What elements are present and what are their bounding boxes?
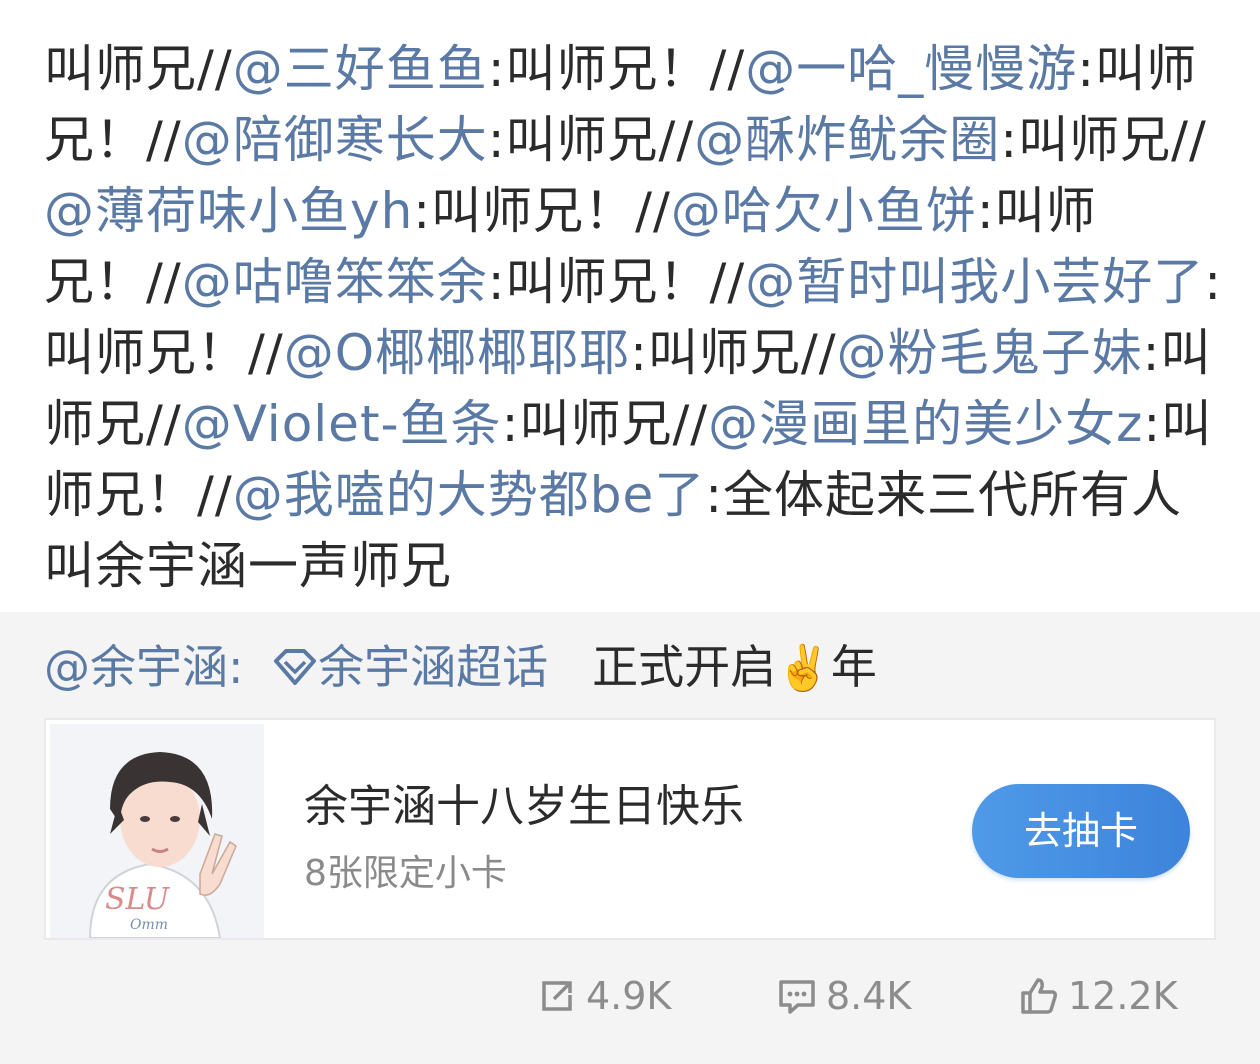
- comment-count: 8.4K: [826, 974, 912, 1018]
- post-text-segment: :叫师兄！//: [413, 182, 671, 240]
- user-mention-link[interactable]: @粉毛鬼子妹: [837, 324, 1143, 382]
- post-text-segment: :叫师兄！//: [487, 253, 746, 311]
- retweet-message-end: 年: [830, 640, 877, 694]
- like-action[interactable]: 12.2K: [1018, 974, 1178, 1018]
- repost-action[interactable]: 4.9K: [536, 974, 671, 1018]
- svg-text:Omm: Omm: [130, 917, 168, 933]
- svg-text:SLU: SLU: [105, 882, 171, 917]
- retweet-text: @余宇涵: 余宇涵超话 正式开启✌️年: [44, 632, 877, 702]
- like-count: 12.2K: [1068, 974, 1178, 1018]
- user-mention-link[interactable]: @薄荷味小鱼yh: [44, 182, 413, 240]
- card-thumbnail: SLU Omm: [50, 724, 264, 938]
- repost-icon: [542, 981, 572, 1011]
- post-text-segment: :叫师兄//: [630, 324, 837, 382]
- user-mention-link[interactable]: @O椰椰椰耶耶: [284, 324, 630, 382]
- user-mention-link[interactable]: @Violet-鱼条: [182, 395, 502, 453]
- post-text-segment: :叫师兄//: [501, 395, 709, 453]
- user-mention-link[interactable]: @一哈_慢慢游: [745, 40, 1077, 98]
- card-title: 余宇涵十八岁生日快乐: [304, 781, 744, 832]
- action-bar: 4.9K 8.4K 12.2K: [0, 962, 1260, 1032]
- card-subtitle: 8张限定小卡: [304, 853, 507, 894]
- user-mention-link[interactable]: @暂时叫我小芸好了: [745, 253, 1204, 311]
- comment-action[interactable]: 8.4K: [776, 974, 911, 1018]
- post-text-segment: 叫师兄//: [44, 40, 233, 98]
- thumbs-up-icon: [1021, 978, 1057, 1014]
- user-mention-link[interactable]: @咕噜笨笨余: [182, 253, 488, 311]
- retweet-panel[interactable]: @余宇涵: 余宇涵超话 正式开启✌️年 SLU Omm 余宇涵十八岁生日快乐 8…: [0, 612, 1260, 1064]
- super-topic-diamond-icon: [274, 649, 317, 685]
- user-mention-link[interactable]: @哈欠小鱼饼: [671, 182, 977, 240]
- lottery-card[interactable]: SLU Omm 余宇涵十八岁生日快乐 8张限定小卡 去抽卡: [44, 718, 1216, 940]
- retweet-message: 正式开启: [592, 640, 777, 694]
- post-text-segment: :叫师兄//: [1000, 111, 1207, 169]
- user-mention-link[interactable]: @陪御寒长大: [182, 111, 488, 169]
- draw-card-button[interactable]: 去抽卡: [972, 784, 1190, 878]
- user-mention-link[interactable]: @漫画里的美少女z: [708, 395, 1143, 453]
- post-text-segment: :叫师兄！//: [487, 40, 746, 98]
- post-body: 叫师兄//@三好鱼鱼:叫师兄！//@一哈_慢慢游:叫师兄！//@陪御寒长大:叫师…: [44, 34, 1224, 602]
- super-topic-link[interactable]: 余宇涵超话: [318, 640, 548, 694]
- repost-count: 4.9K: [586, 974, 672, 1018]
- user-mention-link[interactable]: @我嗑的大势都be了: [233, 466, 706, 524]
- author-mention[interactable]: @余宇涵:: [44, 640, 244, 694]
- victory-hand-emoji: ✌️: [776, 643, 831, 694]
- user-mention-link[interactable]: @三好鱼鱼: [233, 40, 488, 98]
- post-text-segment: :叫师兄//: [487, 111, 695, 169]
- user-mention-link[interactable]: @酥炸鱿余圈: [694, 111, 1000, 169]
- comment-icon: [779, 980, 815, 1014]
- illustrated-portrait-image: SLU Omm: [50, 724, 264, 938]
